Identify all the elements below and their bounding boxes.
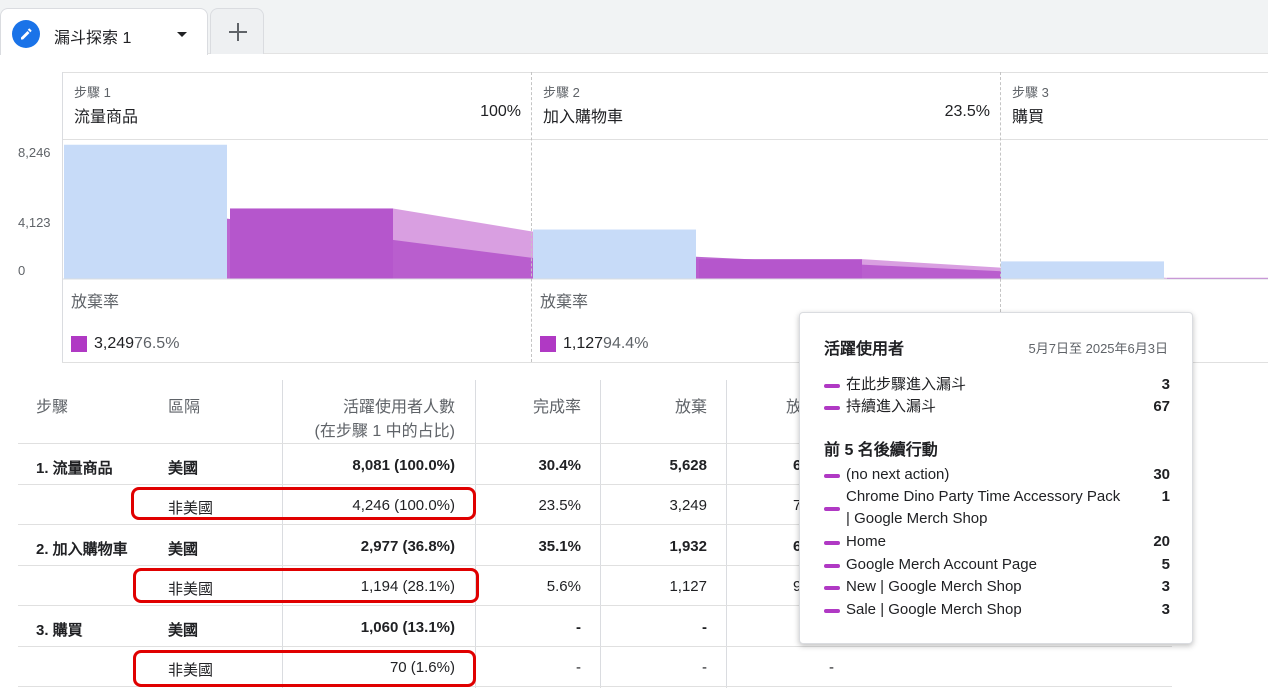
legend-swatch — [824, 609, 840, 613]
legend-swatch — [824, 541, 840, 545]
legend-swatch — [824, 406, 840, 410]
table-cell-users: 1,060 (13.1%) — [360, 619, 455, 636]
funnel-bar-非美國[interactable] — [699, 259, 862, 279]
table-cell-abandon: - — [702, 619, 707, 636]
divider — [726, 380, 727, 688]
table-cell-abandon: 1,932 — [669, 538, 707, 555]
column-header-users[interactable]: 活躍使用者人數 (在步驟 1 中的占比) — [290, 393, 455, 441]
legend-swatch — [824, 507, 840, 511]
abandon-swatch — [71, 336, 87, 352]
highlight-box — [133, 568, 479, 603]
table-cell-abandon: 5,628 — [669, 457, 707, 474]
tooltip-action-item: Sale | Google Merch Shop 3 — [824, 599, 1170, 621]
divider — [531, 72, 532, 362]
table-cell-completion: 23.5% — [538, 497, 581, 514]
tooltip-entry: 在此步驟進入漏斗 3 — [824, 374, 1170, 396]
tooltip-title: 活躍使用者 — [824, 341, 905, 358]
legend-swatch — [824, 474, 840, 478]
table-cell-step: 2. 加入購物車 — [36, 541, 128, 558]
table-cell-segment: 美國 — [168, 622, 199, 639]
funnel-bar-美國[interactable] — [64, 144, 227, 279]
highlight-box — [133, 650, 476, 687]
legend-swatch — [824, 586, 840, 590]
tooltip-active-users: 活躍使用者 5月7日至 2025年6月3日 在此步驟進入漏斗 3 持續進入漏斗 … — [799, 312, 1193, 644]
table-cell-completion: 5.6% — [546, 578, 581, 595]
table-cell-users: 2,977 (36.8%) — [360, 538, 455, 555]
tooltip-action-item: Chrome Dino Party Time Accessory Pack | … — [824, 486, 1170, 530]
funnel-bar-美國[interactable] — [533, 229, 696, 279]
divider — [600, 380, 601, 688]
column-header-completion[interactable]: 完成率 — [480, 393, 581, 417]
tooltip-date-range: 5月7日至 2025年6月3日 — [1028, 341, 1168, 356]
tooltip-action-item: (no next action) 30 — [824, 464, 1170, 486]
tooltip-entry: 持續進入漏斗 67 — [824, 396, 1170, 418]
tooltip-action-item: Home 20 — [824, 531, 1170, 553]
divider — [62, 72, 63, 362]
legend-swatch — [824, 384, 840, 388]
abandon-rate-label: 放棄率 — [71, 294, 120, 311]
abandon-value: 1,12794.4% — [563, 335, 649, 352]
table-cell-segment: 美國 — [168, 460, 199, 477]
divider — [1000, 72, 1001, 312]
table-cell-users: 8,081 (100.0%) — [352, 457, 455, 474]
funnel-bar-美國[interactable] — [1001, 261, 1164, 279]
table-cell-rate: - — [829, 659, 834, 676]
legend-swatch — [824, 564, 840, 568]
tooltip-section-title: 前 5 名後續行動 — [824, 442, 938, 459]
column-header-step[interactable]: 步驟 — [36, 393, 68, 417]
tooltip-action-item: Google Merch Account Page 5 — [824, 554, 1170, 576]
table-cell-step: 3. 購買 — [36, 622, 83, 639]
funnel-bar-非美國[interactable] — [230, 208, 393, 279]
table-cell-segment: 美國 — [168, 541, 199, 558]
column-header-segment[interactable]: 區隔 — [168, 393, 200, 417]
tooltip-action-item: New | Google Merch Shop 3 — [824, 576, 1170, 598]
table-cell-abandon: 3,249 — [669, 497, 707, 514]
abandon-swatch — [540, 336, 556, 352]
divider — [18, 646, 1172, 647]
abandon-value: 3,24976.5% — [94, 335, 180, 352]
abandon-rate-label: 放棄率 — [540, 294, 589, 311]
table-cell-step: 1. 流量商品 — [36, 460, 113, 477]
table-cell-abandon: - — [702, 659, 707, 676]
table-cell-completion: - — [576, 659, 581, 676]
table-cell-completion: - — [576, 619, 581, 636]
divider — [282, 380, 283, 688]
table-cell-completion: 30.4% — [538, 457, 581, 474]
column-header-abandon[interactable]: 放棄 — [605, 393, 707, 417]
divider — [475, 380, 476, 688]
table-cell-abandon: 1,127 — [669, 578, 707, 595]
table-cell-completion: 35.1% — [538, 538, 581, 555]
highlight-box — [131, 487, 476, 520]
